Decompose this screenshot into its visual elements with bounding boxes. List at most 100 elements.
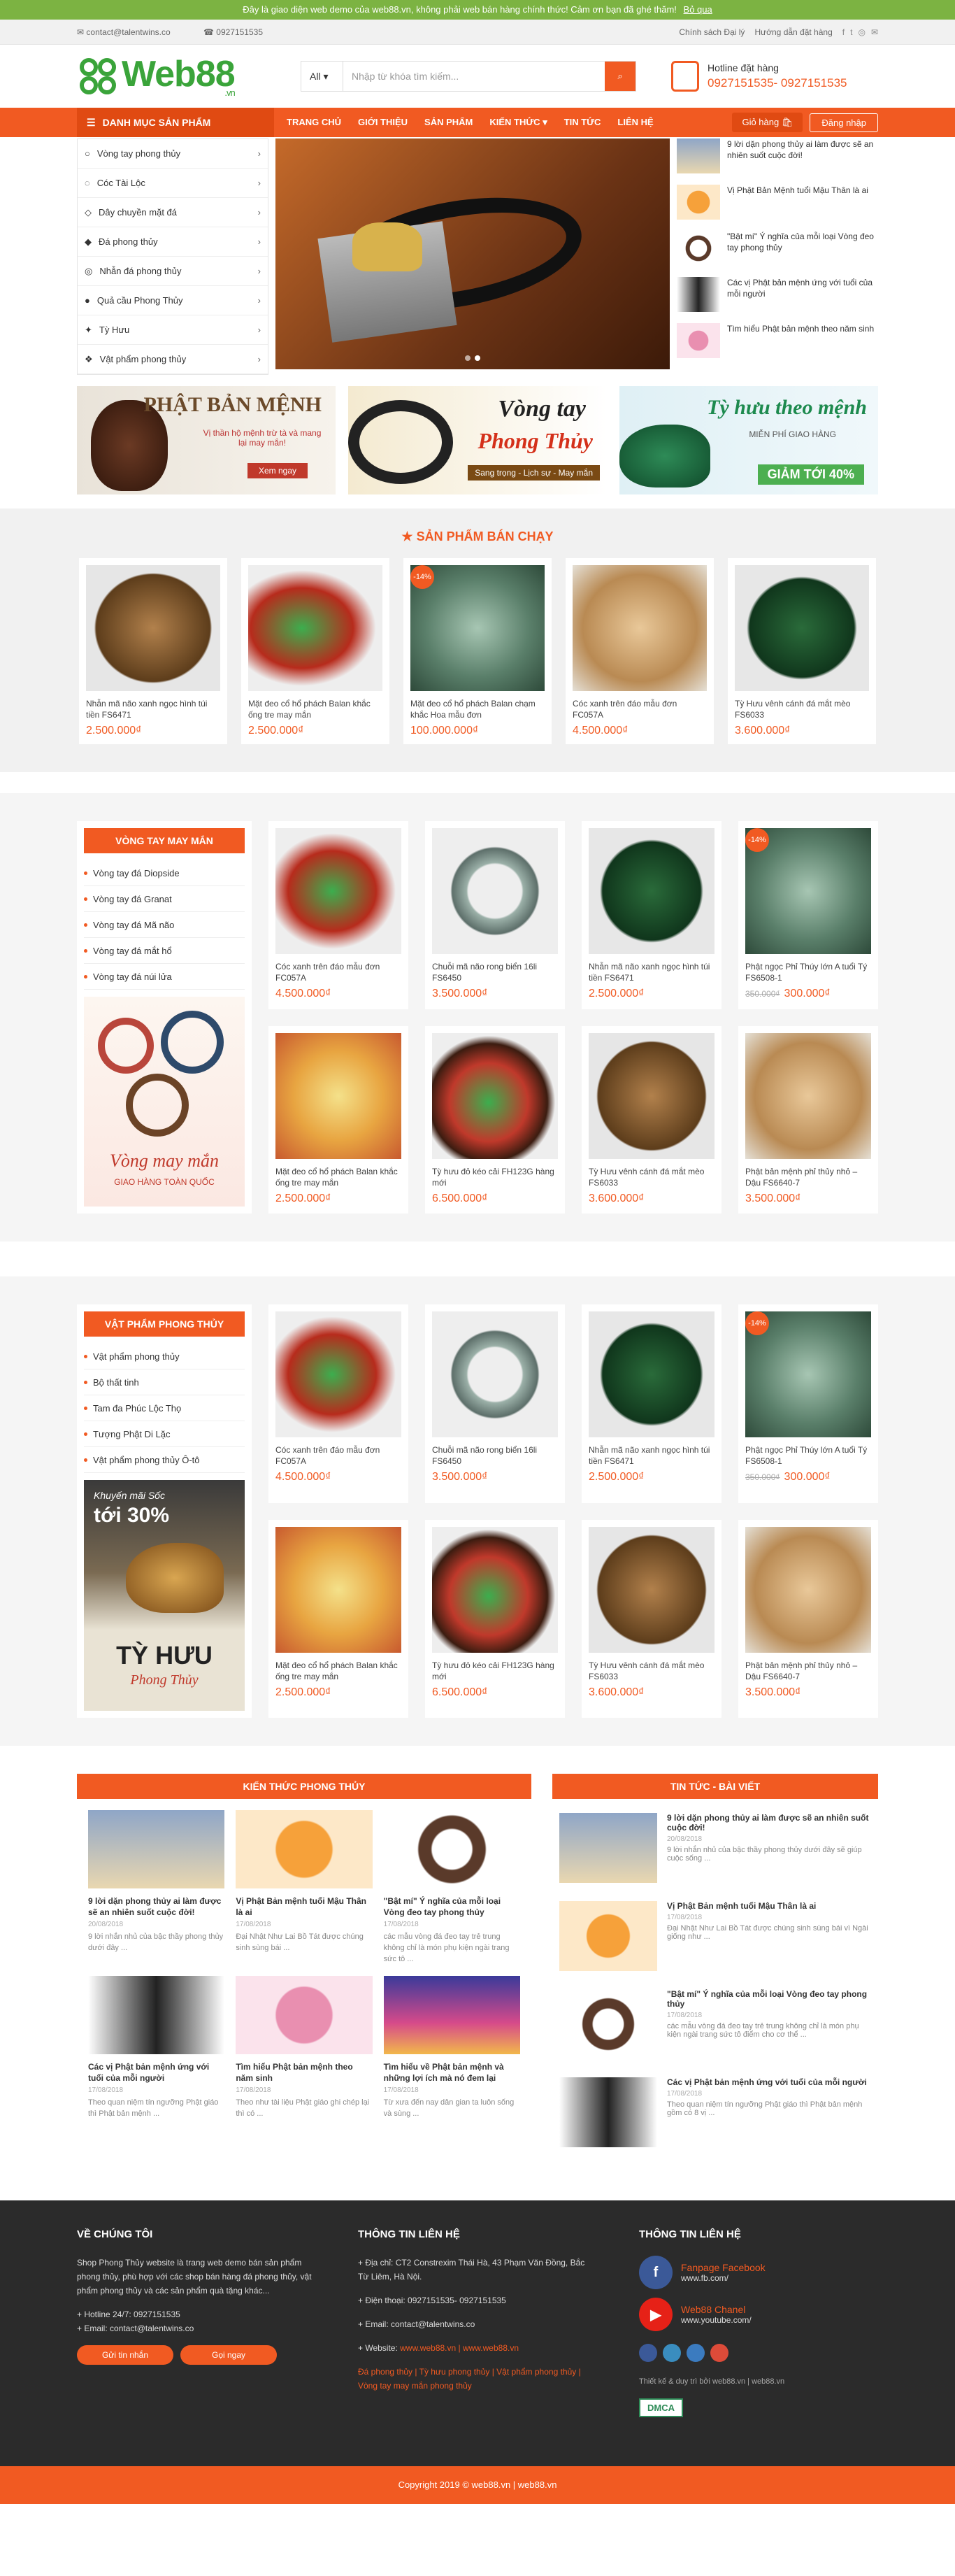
- banner-bracelet[interactable]: Vòng tay Phong Thủy Sang trọng - Lịch sự…: [348, 386, 607, 494]
- block-link[interactable]: Tam đa Phúc Lộc Thọ: [84, 1395, 245, 1421]
- category-item[interactable]: ◇ Dây chuyền mặt đá ›: [78, 198, 268, 227]
- product-card[interactable]: Mặt đeo cổ hổ phách Balan khắc ống tre m…: [268, 1025, 408, 1214]
- article-card[interactable]: 9 lời dặn phong thủy ai làm được sẽ an n…: [88, 1810, 225, 1965]
- side-news-item[interactable]: Tìm hiểu Phật bản mệnh theo năm sinh: [677, 323, 878, 364]
- side-news-item[interactable]: 9 lời dặn phong thủy ai làm được sẽ an n…: [677, 138, 878, 179]
- product-card[interactable]: Cóc xanh trên đáo mẫu đơn FC057A 4.500.00…: [268, 821, 408, 1009]
- facebook-icon[interactable]: f: [842, 27, 845, 37]
- product-card[interactable]: Mặt đeo cổ hổ phách Balan khắc ống tre m…: [241, 558, 389, 744]
- article-card[interactable]: Tìm hiểu về Phật bản mệnh và những lợi í…: [383, 1976, 520, 2119]
- nav-news[interactable]: TIN TỨC: [564, 117, 601, 128]
- product-card[interactable]: Tỳ Hưu vênh cánh đá mắt mèo FS6033 3.600.…: [582, 1519, 721, 1718]
- order-guide-link[interactable]: Hướng dẫn đặt hàng: [754, 27, 832, 37]
- promo-image[interactable]: Vòng may mắn GIAO HÀNG TOÀN QUỐC: [84, 997, 245, 1207]
- login-button[interactable]: Đăng nhập: [810, 113, 878, 132]
- product-card[interactable]: -14% Phật ngọc Phỉ Thúy lớn A tuổi Tý FS6…: [738, 821, 878, 1009]
- side-news-item[interactable]: Vị Phật Bản Mệnh tuổi Mậu Thân là ai: [677, 185, 878, 225]
- hotline-numbers[interactable]: 0927151535- 0927151535: [708, 76, 847, 90]
- slider-dots[interactable]: [465, 355, 480, 361]
- block-link[interactable]: Vật phẩm phong thủy Ô-tô: [84, 1447, 245, 1473]
- product-card[interactable]: Tỳ Hưu vênh cánh đá mắt mèo FS6033 3.600.…: [728, 558, 876, 744]
- twitter-icon[interactable]: t: [850, 27, 852, 37]
- article-card[interactable]: Vị Phật Bản mệnh tuổi Mậu Thân là ai 17/0…: [236, 1810, 373, 1965]
- search-category-select[interactable]: All ▾: [301, 62, 343, 91]
- product-card[interactable]: Tỳ Hưu vênh cánh đá mắt mèo FS6033 3.600.…: [582, 1025, 721, 1214]
- instagram-icon[interactable]: ◎: [858, 27, 865, 37]
- nav-products[interactable]: SẢN PHẨM: [424, 117, 473, 128]
- nav-contact[interactable]: LIÊN HỆ: [617, 117, 653, 128]
- section-title: ★ SẢN PHẨM BÁN CHẠY: [401, 529, 554, 543]
- hero-slider[interactable]: [275, 138, 670, 369]
- product-card[interactable]: -14% Phật ngọc Phỉ Thúy lớn A tuổi Tý FS6…: [738, 1304, 878, 1503]
- category-item[interactable]: ○ Vòng tay phong thủy ›: [78, 139, 268, 169]
- block-link[interactable]: Vật phẩm phong thủy: [84, 1344, 245, 1369]
- cart-button[interactable]: Giỏ hàng 🛍: [732, 113, 803, 132]
- banner-view-button[interactable]: Xem ngay: [247, 463, 308, 478]
- mail-icon[interactable]: [687, 2344, 705, 2362]
- copyright-bar: Copyright 2019 © web88.vn | web88.vn: [0, 2466, 955, 2504]
- message-button[interactable]: Gửi tin nhắn: [77, 2345, 173, 2365]
- block-link[interactable]: Vòng tay đá Granat: [84, 886, 245, 912]
- block-link[interactable]: Vòng tay đá Mã não: [84, 912, 245, 938]
- product-card[interactable]: Cóc xanh trên đáo mẫu đơn FC057A 4.500.00…: [268, 1304, 408, 1503]
- product-card[interactable]: Tỳ hưu đỏ kéo cải FH123G hàng mới 6.500.0…: [425, 1025, 565, 1214]
- discount-badge: -14%: [410, 565, 434, 589]
- facebook-channel[interactable]: f Fanpage Facebook www.fb.com/: [639, 2256, 878, 2289]
- block-link[interactable]: Bộ thất tinh: [84, 1369, 245, 1395]
- product-card[interactable]: Mặt đeo cổ hổ phách Balan khắc ống tre m…: [268, 1519, 408, 1718]
- mail-icon[interactable]: ✉: [871, 27, 878, 37]
- nav-about[interactable]: GIỚI THIỆU: [358, 117, 408, 128]
- product-card[interactable]: Nhẫn mã não xanh ngọc hình túi tiền FS64…: [582, 1304, 721, 1503]
- product-card[interactable]: Nhẫn mã não xanh ngọc hình túi tiền FS64…: [582, 821, 721, 1009]
- product-card[interactable]: Phật bản mệnh phỉ thủy nhỏ – Dậu FS6640-…: [738, 1519, 878, 1718]
- dmca-badge[interactable]: DMCA: [639, 2398, 683, 2417]
- call-button[interactable]: Gọi ngay: [180, 2345, 277, 2365]
- news-item[interactable]: Các vị Phật bản mệnh ứng với tuổi của mỗ…: [559, 2070, 871, 2158]
- website-link[interactable]: www.web88.vn | www.web88.vn: [400, 2343, 519, 2353]
- category-item[interactable]: ● Quả cầu Phong Thủy ›: [78, 286, 268, 315]
- footer-tags[interactable]: Đá phong thủy | Tỳ hưu phong thủy | Vật …: [358, 2365, 597, 2393]
- category-item[interactable]: ◆ Đá phong thủy ›: [78, 227, 268, 257]
- nav-knowledge[interactable]: KIẾN THỨC ▾: [489, 117, 547, 128]
- product-card[interactable]: Nhẫn mã não xanh ngọc hình túi tiền FS64…: [79, 558, 227, 744]
- product-card[interactable]: Cóc xanh trên đáo mẫu đơn FC057A 4.500.00…: [566, 558, 714, 744]
- nav-home[interactable]: TRANG CHỦ: [287, 117, 341, 128]
- bracelet-icon: ○: [85, 148, 90, 159]
- dismiss-link[interactable]: Bỏ qua: [684, 4, 712, 15]
- chevron-right-icon: ›: [257, 178, 261, 188]
- side-news-item[interactable]: Các vị Phật bản mệnh ứng với tuổi của mỗ…: [677, 277, 878, 318]
- product-card[interactable]: Chuỗi mã não rong biển 16li FS6450 3.500.…: [425, 1304, 565, 1503]
- side-news-item[interactable]: "Bật mí" Ý nghĩa của mỗi loại Vòng đeo t…: [677, 231, 878, 271]
- category-item[interactable]: ◎ Nhẫn đá phong thủy ›: [78, 257, 268, 286]
- instagram-icon[interactable]: [663, 2344, 681, 2362]
- block-link[interactable]: Vòng tay đá núi lửa: [84, 964, 245, 990]
- facebook-icon[interactable]: [639, 2344, 657, 2362]
- phone-info: ☎ 0927151535: [203, 27, 264, 37]
- search-input[interactable]: Nhập từ khóa tìm kiếm...: [343, 62, 605, 91]
- category-item[interactable]: ◌ Cóc Tài Lộc ›: [78, 169, 268, 198]
- google-plus-icon[interactable]: [710, 2344, 728, 2362]
- block-link[interactable]: Vòng tay đá mắt hổ: [84, 938, 245, 964]
- promo-image[interactable]: Khuyến mãi Sốc tới 30% TỲ HƯU Phong Thủy: [84, 1480, 245, 1711]
- product-card[interactable]: Chuỗi mã não rong biển 16li FS6450 3.500.…: [425, 821, 565, 1009]
- category-item[interactable]: ✦ Tỳ Hưu ›: [78, 315, 268, 345]
- news-item[interactable]: "Bật mí" Ý nghĩa của mỗi loại Vòng đeo t…: [559, 1982, 871, 2070]
- news-item[interactable]: 9 lời dặn phong thủy ai làm được sẽ an n…: [559, 1806, 871, 1894]
- product-card[interactable]: -14% Mặt đeo cổ hổ phách Balan chạm khắc …: [403, 558, 552, 744]
- category-item[interactable]: ❖ Vật phẩm phong thủy ›: [78, 345, 268, 374]
- banner-buddha[interactable]: PHẬT BẢN MỆNH Vị thần hộ mệnh trừ tà và …: [77, 386, 336, 494]
- logo[interactable]: Web88 .vn: [77, 55, 287, 97]
- block-link[interactable]: Tượng Phật Di Lặc: [84, 1421, 245, 1447]
- article-card[interactable]: "Bật mí" Ý nghĩa của mỗi loại Vòng đeo t…: [383, 1810, 520, 1965]
- product-card[interactable]: Tỳ hưu đỏ kéo cải FH123G hàng mới 6.500.0…: [425, 1519, 565, 1718]
- search-button[interactable]: ⌕: [605, 62, 636, 91]
- youtube-channel[interactable]: ▶ Web88 Chanel www.youtube.com/: [639, 2298, 878, 2331]
- news-item[interactable]: Vị Phật Bản mệnh tuổi Mậu Thân là ai 17/0…: [559, 1894, 871, 1982]
- banner-pixiu[interactable]: Tỳ hưu theo mệnh MIỄN PHÍ GIAO HÀNG GIẢM…: [619, 386, 878, 494]
- agent-policy-link[interactable]: Chính sách Đại lý: [679, 27, 745, 37]
- category-menu-button[interactable]: ☰ DANH MỤC SẢN PHẨM: [77, 108, 274, 137]
- product-card[interactable]: Phật bản mệnh phỉ thủy nhỏ – Dậu FS6640-…: [738, 1025, 878, 1214]
- block-link[interactable]: Vòng tay đá Diopside: [84, 860, 245, 886]
- article-card[interactable]: Tìm hiểu Phật bản mệnh theo năm sinh 17/0…: [236, 1976, 373, 2119]
- article-card[interactable]: Các vị Phật bản mệnh ứng với tuổi của mỗ…: [88, 1976, 225, 2119]
